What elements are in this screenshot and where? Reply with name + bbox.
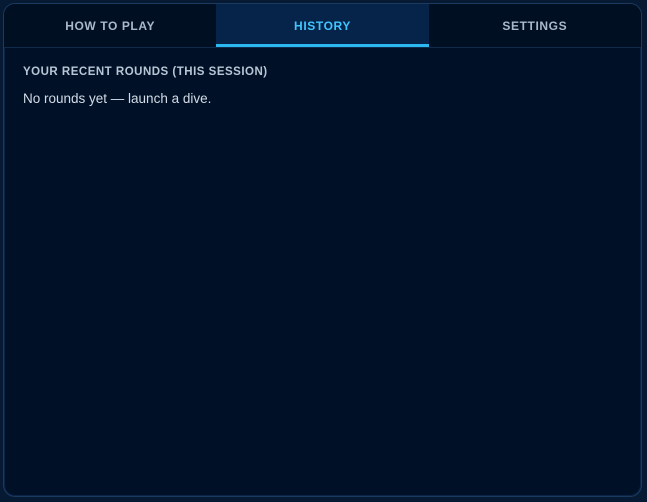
recent-rounds-heading: YOUR RECENT ROUNDS (THIS SESSION) <box>23 66 268 78</box>
tab-history[interactable]: HISTORY <box>216 4 429 47</box>
history-content: YOUR RECENT ROUNDS (THIS SESSION) No rou… <box>23 66 622 106</box>
tab-bar: HOW TO PLAY HISTORY SETTINGS <box>4 4 641 48</box>
history-panel: HOW TO PLAY HISTORY SETTINGS YOUR RECENT… <box>3 3 642 497</box>
tab-how-to-play[interactable]: HOW TO PLAY <box>4 4 216 47</box>
empty-history-message: No rounds yet — launch a dive. <box>23 91 212 106</box>
tab-settings[interactable]: SETTINGS <box>429 4 641 47</box>
